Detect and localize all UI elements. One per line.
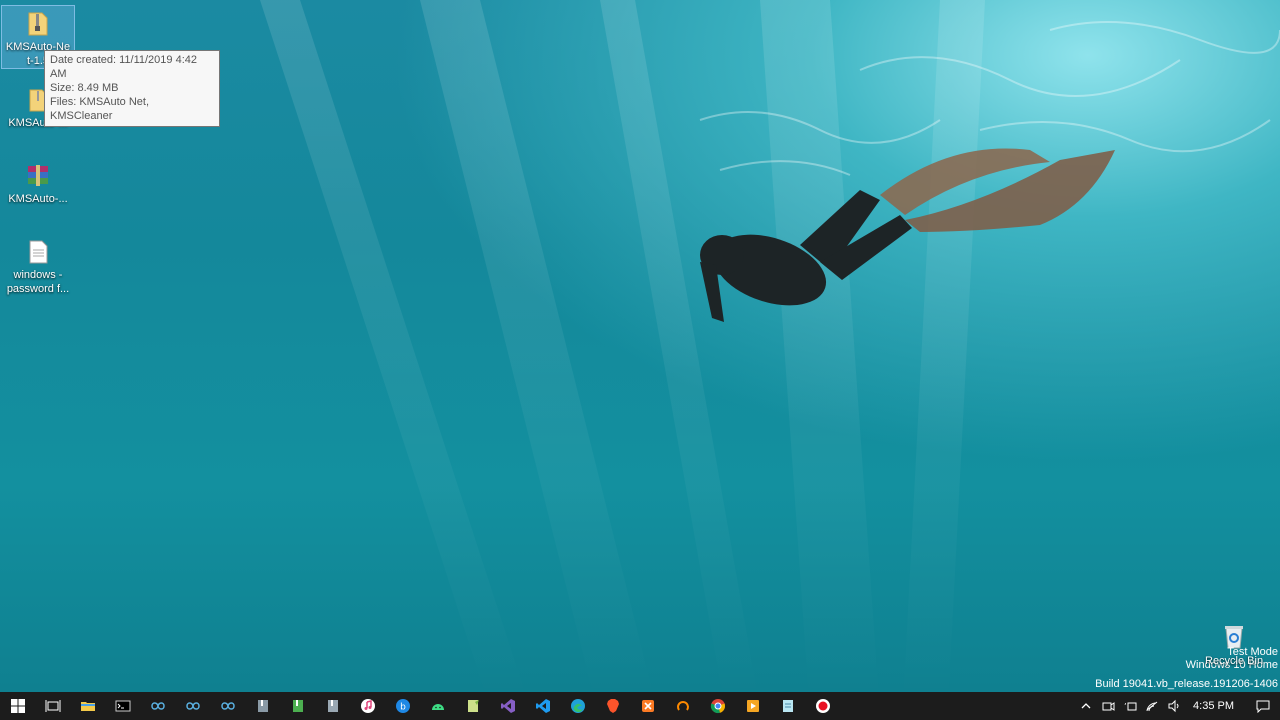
- taskbar-itunes[interactable]: [350, 692, 385, 720]
- desktop-icon-label: windows - password f...: [6, 269, 70, 295]
- watermark-build: Build 19041.vb_release.191206-1406: [1095, 678, 1278, 690]
- show-hidden-icons-button[interactable]: [1075, 692, 1097, 720]
- desktop-wallpaper: KMSAuto-Ne t-1.5 KMSAuto-... KMSAuto-...…: [0, 0, 1280, 692]
- taskbar-notepad-plus[interactable]: [455, 692, 490, 720]
- taskbar: b ʼ 4:35 PM: [0, 692, 1280, 720]
- music-icon: [360, 699, 375, 713]
- wifi-icon: [1146, 701, 1158, 712]
- taskbar-command-prompt[interactable]: [105, 692, 140, 720]
- taskbar-app-gray-1[interactable]: [245, 692, 280, 720]
- keyboard-icon: ʼ: [1124, 702, 1137, 711]
- terminal-icon: [115, 700, 130, 712]
- file-app-icon: [327, 700, 338, 712]
- tray-network-button[interactable]: [1141, 692, 1163, 720]
- chrome-icon: [710, 699, 725, 714]
- taskbar-blue-app[interactable]: b: [385, 692, 420, 720]
- record-icon: [815, 699, 830, 713]
- taskbar-clock[interactable]: 4:35 PM: [1185, 700, 1246, 712]
- notepad-icon: [782, 700, 793, 712]
- task-view-icon: [45, 700, 60, 712]
- svg-text:b: b: [400, 703, 406, 713]
- vscode-icon: [535, 699, 550, 713]
- action-center-button[interactable]: [1246, 692, 1280, 720]
- desktop-icon-windows-password-file[interactable]: windows - password f...: [2, 234, 74, 296]
- xampp-icon: [641, 700, 654, 712]
- text-document-icon: [29, 240, 48, 264]
- visual-studio-icon: [500, 699, 515, 713]
- start-button[interactable]: [0, 692, 35, 720]
- android-icon: [431, 704, 444, 710]
- circle-app-icon: [676, 701, 689, 711]
- tooltip-date-created: Date created: 11/11/2019 4:42 AM: [50, 54, 197, 80]
- speaker-icon: [1168, 699, 1179, 713]
- camera-icon: [1102, 702, 1115, 711]
- file-app-icon: [292, 700, 303, 712]
- task-view-button[interactable]: [35, 692, 70, 720]
- taskbar-visual-studio[interactable]: [490, 692, 525, 720]
- notification-icon: [1256, 700, 1270, 713]
- file-info-tooltip: Date created: 11/11/2019 4:42 AM Size: 8…: [44, 50, 220, 127]
- taskbar-screen-recorder[interactable]: [805, 692, 840, 720]
- taskbar-android-studio[interactable]: [420, 692, 455, 720]
- taskbar-notepad-app[interactable]: [770, 692, 805, 720]
- recycle-bin-label: Recycle Bin: [1205, 655, 1264, 667]
- taskbar-edge[interactable]: [560, 692, 595, 720]
- desktop-icon-label: KMSAuto-...: [8, 193, 68, 205]
- folder-icon: [80, 702, 95, 711]
- chevron-up-icon: [1081, 703, 1091, 709]
- tray-volume-button[interactable]: [1163, 692, 1185, 720]
- taskbar-xampp[interactable]: [630, 692, 665, 720]
- taskbar-app-green[interactable]: [280, 692, 315, 720]
- taskbar-chrome[interactable]: [700, 692, 735, 720]
- taskbar-orange-app[interactable]: [665, 692, 700, 720]
- circle-app-icon: b: [395, 699, 410, 713]
- taskbar-arduino-1[interactable]: [140, 692, 175, 720]
- taskbar-media-player[interactable]: [735, 692, 770, 720]
- tooltip-size: Size: 8.49 MB: [50, 82, 119, 94]
- tray-camera-button[interactable]: [1097, 692, 1119, 720]
- desktop-icon-kmsauto-rar[interactable]: KMSAuto-...: [2, 158, 74, 206]
- infinity-icon: [220, 702, 235, 710]
- infinity-icon: [185, 702, 200, 710]
- taskbar-file-explorer[interactable]: [70, 692, 105, 720]
- system-tray: ʼ 4:35 PM: [1075, 692, 1280, 720]
- svg-text:ʼ: ʼ: [1124, 702, 1127, 711]
- notepad-icon: [467, 700, 479, 712]
- tooltip-files: Files: KMSAuto Net, KMSCleaner: [50, 96, 150, 122]
- taskbar-arduino-2[interactable]: [175, 692, 210, 720]
- taskbar-vs-code[interactable]: [525, 692, 560, 720]
- taskbar-arduino-3[interactable]: [210, 692, 245, 720]
- edge-icon: [570, 699, 585, 713]
- infinity-icon: [150, 702, 165, 710]
- zip-folder-icon: [28, 12, 48, 36]
- play-icon: [746, 700, 759, 712]
- taskbar-app-gray-2[interactable]: [315, 692, 350, 720]
- taskbar-brave[interactable]: [595, 692, 630, 720]
- brave-icon: [606, 699, 619, 713]
- windows-logo-icon: [10, 699, 25, 713]
- winrar-archive-icon: [28, 165, 48, 186]
- tray-input-language-button[interactable]: ʼ: [1119, 692, 1141, 720]
- file-app-icon: [257, 700, 268, 712]
- test-mode-watermark: Test Mode Windows 10 Home Build 19041.vb…: [1095, 646, 1278, 691]
